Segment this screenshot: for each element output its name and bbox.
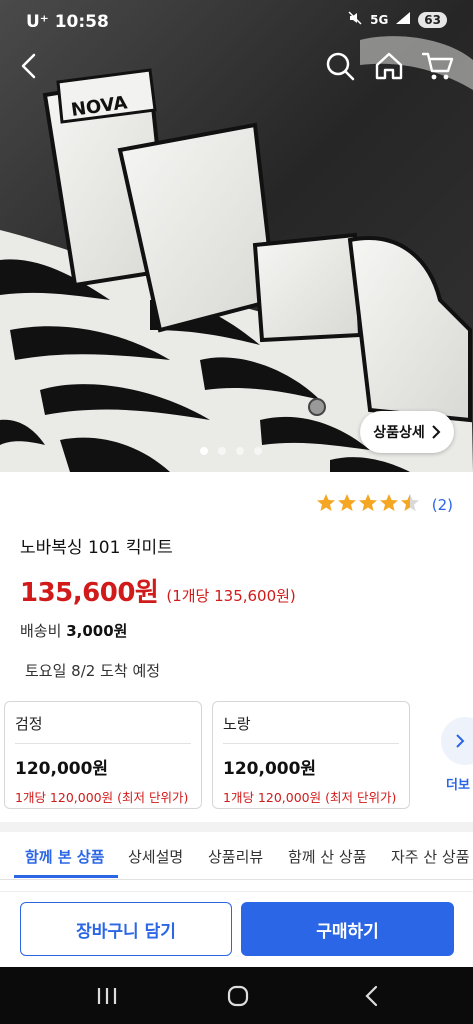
product-tabs: 함께 본 상품 상세설명 상품리뷰 함께 산 상품 자주 산 상품	[0, 832, 473, 880]
product-price: 135,600원	[20, 578, 159, 608]
status-icons: 5G 63	[348, 11, 447, 28]
tab-viewed-together[interactable]: 함께 본 상품	[25, 846, 104, 867]
system-home-button[interactable]	[218, 981, 258, 1011]
status-time-group: U⁺ 10:58	[26, 12, 109, 32]
shipping-label: 배송비	[20, 622, 62, 640]
active-tab-indicator	[14, 875, 118, 878]
pagination-dot[interactable]	[236, 447, 244, 455]
more-options-label[interactable]: 더보	[446, 774, 470, 793]
mute-icon	[348, 11, 362, 28]
option-price: 120,000원	[15, 759, 109, 779]
buy-now-button[interactable]: 구매하기	[241, 902, 454, 956]
review-count[interactable]: (2)	[432, 496, 453, 514]
recent-apps-icon	[97, 988, 117, 1004]
section-divider	[0, 822, 473, 832]
status-time: 10:58	[54, 12, 109, 32]
add-to-cart-button[interactable]: 장바구니 담기	[20, 902, 232, 956]
option-card-yellow[interactable]: 노랑 120,000원 1개당 120,000원 (최저 단위가)	[212, 701, 410, 809]
option-name: 노랑	[223, 713, 399, 744]
option-name: 검정	[15, 713, 191, 744]
purchase-bar: 장바구니 담기 구매하기	[0, 891, 473, 967]
system-navigation-bar	[0, 967, 473, 1024]
product-detail-label: 상품상세	[373, 425, 425, 441]
home-icon	[375, 52, 403, 80]
circle-home-icon	[227, 985, 249, 1007]
rating-stars	[316, 493, 422, 517]
battery-indicator: 63	[418, 11, 447, 28]
system-back-icon	[365, 985, 378, 1007]
home-button[interactable]	[371, 48, 407, 84]
signal-icon	[396, 12, 411, 27]
status-bar: U⁺ 10:58 5G 63	[0, 0, 473, 44]
recent-apps-button[interactable]	[87, 981, 127, 1011]
product-detail-button[interactable]: 상품상세	[360, 411, 454, 453]
option-unit-price: 1개당 120,000원 (최저 단위가)	[223, 790, 397, 805]
back-button[interactable]	[12, 48, 48, 84]
tab-bought-together[interactable]: 함께 산 상품	[288, 846, 367, 867]
carrier-label: U⁺	[26, 12, 49, 32]
product-image[interactable]: NOVA U⁺ 10:58 5G 63 상품상세	[0, 0, 473, 472]
star-rating-icon	[316, 494, 419, 511]
product-title: 노바복싱 101 킥미트	[20, 538, 173, 558]
network-label: 5G	[370, 12, 389, 27]
more-options-button[interactable]	[441, 717, 473, 765]
back-icon	[21, 53, 36, 79]
cart-icon	[422, 52, 454, 80]
chevron-right-icon	[432, 425, 441, 439]
tab-frequently-bought[interactable]: 자주 산 상품	[391, 846, 470, 867]
chevron-right-icon	[456, 734, 465, 748]
tab-description[interactable]: 상세설명	[128, 846, 183, 867]
shipping-fee: 배송비 3,000원	[20, 620, 127, 641]
shipping-amount: 3,000원	[66, 622, 128, 640]
option-unit-price: 1개당 120,000원 (최저 단위가)	[15, 790, 189, 805]
option-price: 120,000원	[223, 759, 317, 779]
cart-button[interactable]	[420, 48, 456, 84]
option-card-black[interactable]: 검정 120,000원 1개당 120,000원 (최저 단위가)	[4, 701, 202, 809]
arrival-estimate: 토요일 8/2 도착 예정	[25, 662, 161, 680]
pagination-dot[interactable]	[200, 447, 208, 455]
price-row: 135,600원 (1개당 135,600원)	[20, 572, 296, 609]
search-button[interactable]	[322, 48, 358, 84]
system-back-button[interactable]	[352, 981, 392, 1011]
pagination-dot[interactable]	[218, 447, 226, 455]
tab-reviews[interactable]: 상품리뷰	[208, 846, 263, 867]
top-navigation	[0, 44, 473, 88]
unit-price: (1개당 135,600원)	[166, 587, 296, 605]
rating[interactable]: (2)	[316, 493, 453, 517]
search-icon	[326, 52, 355, 81]
pagination-dot[interactable]	[254, 447, 262, 455]
image-pagination	[200, 447, 262, 455]
